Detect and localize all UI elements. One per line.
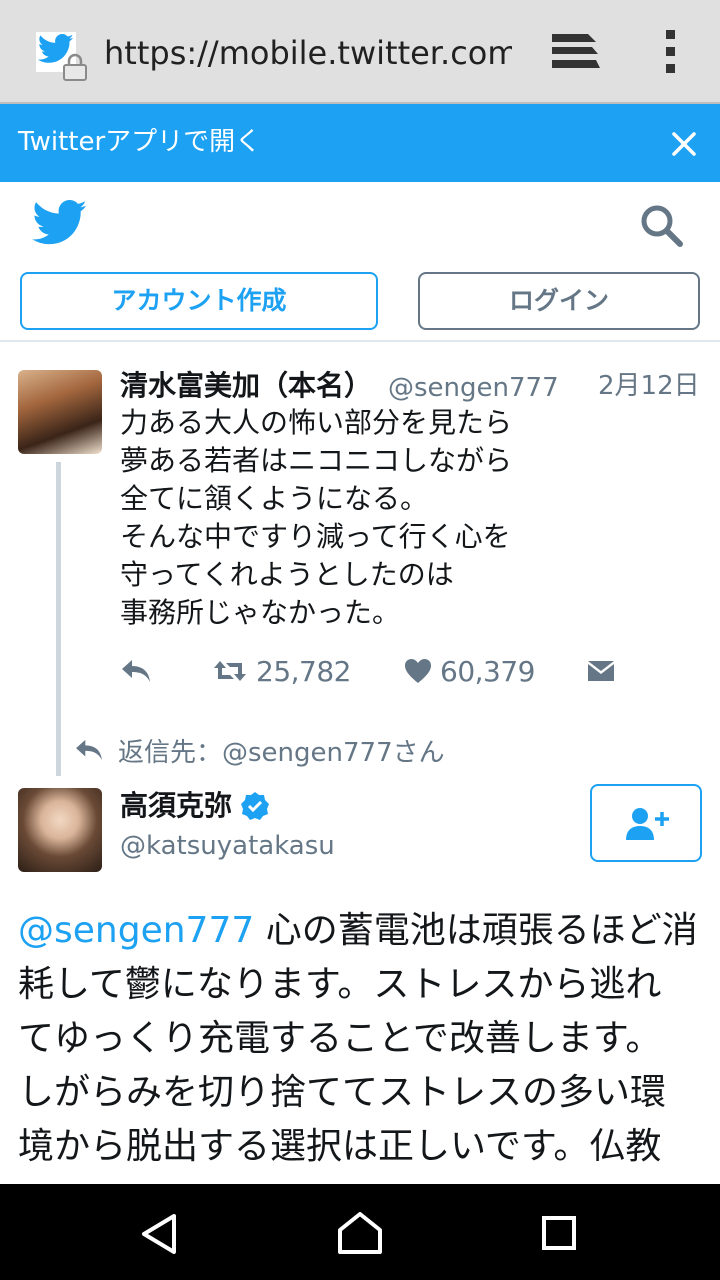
tweet-text-line: てゆっくり充電することで改善します。: [18, 1018, 662, 1059]
avatar[interactable]: [18, 370, 102, 454]
reply-icon: [76, 739, 102, 761]
lock-icon: [63, 53, 87, 81]
reply-context[interactable]: 返信先：@sengen777さん: [74, 730, 445, 770]
retweet-button[interactable]: 25,782: [212, 650, 351, 692]
reply-button[interactable]: [120, 650, 152, 692]
author-name-text[interactable]: 高須克弥: [120, 788, 232, 824]
follow-button[interactable]: [590, 784, 702, 862]
tweet-text-line: 事務所じゃなかった。: [120, 596, 401, 629]
tweet-text-line: @sengen777 心の蓄電池は頑張るほど消: [18, 904, 708, 958]
like-button[interactable]: 60,379: [404, 650, 535, 692]
login-button[interactable]: ログイン: [418, 272, 700, 330]
tweet-text-line: そんな中ですり減って行く心を: [120, 520, 511, 553]
mention-link[interactable]: @sengen777: [18, 910, 254, 951]
envelope-icon: [588, 661, 614, 681]
recent-apps-icon[interactable]: [540, 1214, 578, 1252]
reply-icon: [122, 660, 150, 682]
like-count: 60,379: [440, 654, 535, 688]
reply-context-text[interactable]: 返信先：@sengen777さん: [118, 732, 445, 769]
tabs-icon[interactable]: [548, 30, 602, 74]
home-icon[interactable]: [336, 1210, 384, 1256]
verified-badge-icon: [241, 792, 270, 820]
tweet-text-line: 全てに頷くようになる。: [120, 482, 429, 515]
retweet-icon: [214, 661, 246, 681]
close-icon[interactable]: [666, 126, 702, 162]
tweet-actions: 25,782 60,379: [120, 650, 640, 692]
tweet-text-line: しがらみを切り捨ててストレスの多い環: [18, 1072, 667, 1113]
open-in-app-text[interactable]: Twitterアプリで開く: [18, 124, 261, 160]
tweet-text: 力ある大人の怖い部分を見たら 夢ある若者はニコニコしながら 全てに頷くようになる…: [120, 404, 580, 632]
heart-icon: [405, 659, 431, 683]
tweet-text-line: 夢ある若者はニコニコしながら: [120, 444, 513, 477]
tweet-text-segment: 心の蓄電池は頑張るほど消: [254, 910, 698, 951]
tweet-text-line: 守ってくれようとしたのは: [120, 558, 454, 591]
tweet-text: @sengen777 心の蓄電池は頑張るほど消 耗して鬱になります。ストレスから…: [18, 904, 708, 1174]
add-user-icon: [626, 808, 669, 840]
signup-button[interactable]: アカウント作成: [20, 272, 378, 330]
tweet-author-handle[interactable]: @sengen777: [388, 370, 559, 406]
direct-message-button[interactable]: [586, 650, 616, 692]
tweet-text-line: 耗して鬱になります。ストレスから逃れ: [18, 964, 662, 1005]
avatar[interactable]: [18, 788, 102, 872]
thread-line: [56, 462, 61, 776]
tweet-text-line: 力ある大人の怖い部分を見たら: [120, 406, 513, 439]
tweet-author-name[interactable]: 清水富美加（本名）: [120, 368, 372, 404]
overflow-menu-icon[interactable]: [654, 28, 688, 76]
twitter-bird-icon[interactable]: [32, 200, 88, 246]
search-icon[interactable]: [638, 202, 684, 248]
android-nav-bar: [0, 1184, 720, 1280]
back-icon[interactable]: [138, 1212, 180, 1256]
browser-toolbar: https://mobile.twitter.com: [0, 0, 720, 104]
tweet-text-line: 境から脱出する選択は正しいです。仏教: [18, 1126, 662, 1167]
tweet-author-name[interactable]: 高須克弥: [120, 788, 270, 824]
tweet-date[interactable]: 2月12日: [598, 368, 700, 404]
tweet-author-handle[interactable]: @katsuyatakasu: [120, 828, 335, 864]
open-in-app-banner[interactable]: Twitterアプリで開く: [0, 104, 720, 182]
url-bar[interactable]: https://mobile.twitter.com: [104, 30, 512, 76]
twitter-header: アカウント作成 ログイン: [0, 182, 720, 342]
retweet-count: 25,782: [256, 654, 351, 688]
